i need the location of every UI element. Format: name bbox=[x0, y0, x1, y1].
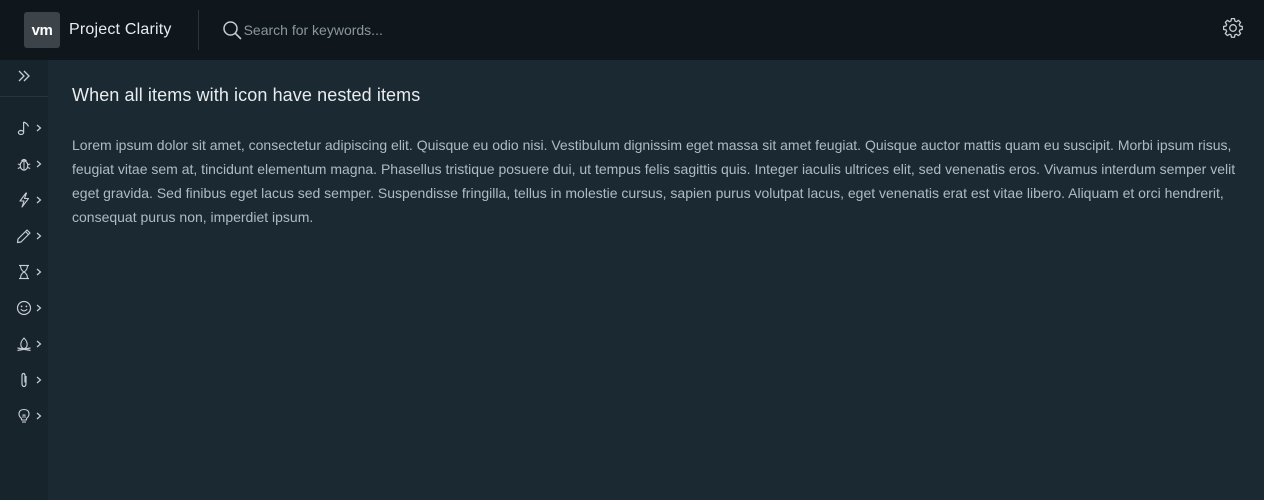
pencil-icon bbox=[16, 228, 32, 244]
lightning-icon bbox=[16, 192, 32, 208]
campfire-icon bbox=[16, 336, 32, 352]
chevron-right-icon bbox=[36, 304, 44, 312]
nav-group-list bbox=[0, 97, 48, 434]
search-icon[interactable] bbox=[222, 20, 242, 40]
chevron-right-icon bbox=[36, 340, 44, 348]
music-note-icon bbox=[16, 120, 32, 136]
nav-group-hourglass[interactable] bbox=[0, 254, 48, 290]
chevron-right-icon bbox=[36, 268, 44, 276]
nav-group-paperclip[interactable] bbox=[0, 362, 48, 398]
body-text: Lorem ipsum dolor sit amet, consectetur … bbox=[72, 137, 1236, 225]
chevron-right-icon bbox=[36, 124, 44, 132]
nav-group-lightning[interactable] bbox=[0, 182, 48, 218]
nav-group-campfire[interactable] bbox=[0, 326, 48, 362]
chevron-right-icon bbox=[36, 376, 44, 384]
nav-group-lightbulb[interactable] bbox=[0, 398, 48, 434]
header-divider bbox=[197, 10, 199, 50]
bug-icon bbox=[16, 156, 32, 172]
nav-collapse-button[interactable] bbox=[0, 60, 48, 97]
search-input[interactable] bbox=[243, 18, 544, 42]
settings-button[interactable] bbox=[1220, 17, 1246, 43]
lightbulb-icon bbox=[16, 408, 32, 424]
search-bar bbox=[222, 12, 544, 48]
app-title: Project Clarity bbox=[69, 21, 172, 38]
nav-group-music[interactable] bbox=[0, 110, 48, 146]
happy-face-icon bbox=[16, 300, 32, 316]
chevron-right-icon bbox=[36, 412, 44, 420]
nav-group-bug[interactable] bbox=[0, 146, 48, 182]
nav-group-pencil[interactable] bbox=[0, 218, 48, 254]
double-chevron-right-icon bbox=[17, 69, 31, 88]
gear-icon bbox=[1222, 17, 1244, 44]
chevron-right-icon bbox=[36, 232, 44, 240]
chevron-right-icon bbox=[36, 160, 44, 168]
nav-group-happy-face[interactable] bbox=[0, 290, 48, 326]
vertical-nav bbox=[0, 60, 48, 500]
app-header: vm Project Clarity bbox=[0, 0, 1264, 60]
paperclip-icon bbox=[16, 372, 32, 388]
content-area: When all items with icon have nested ite… bbox=[48, 60, 1264, 500]
hourglass-icon bbox=[16, 264, 32, 280]
chevron-right-icon bbox=[36, 196, 44, 204]
brand-link[interactable]: vm Project Clarity bbox=[24, 12, 198, 48]
vmware-logo: vm bbox=[24, 12, 60, 48]
page-title: When all items with icon have nested ite… bbox=[72, 85, 421, 105]
